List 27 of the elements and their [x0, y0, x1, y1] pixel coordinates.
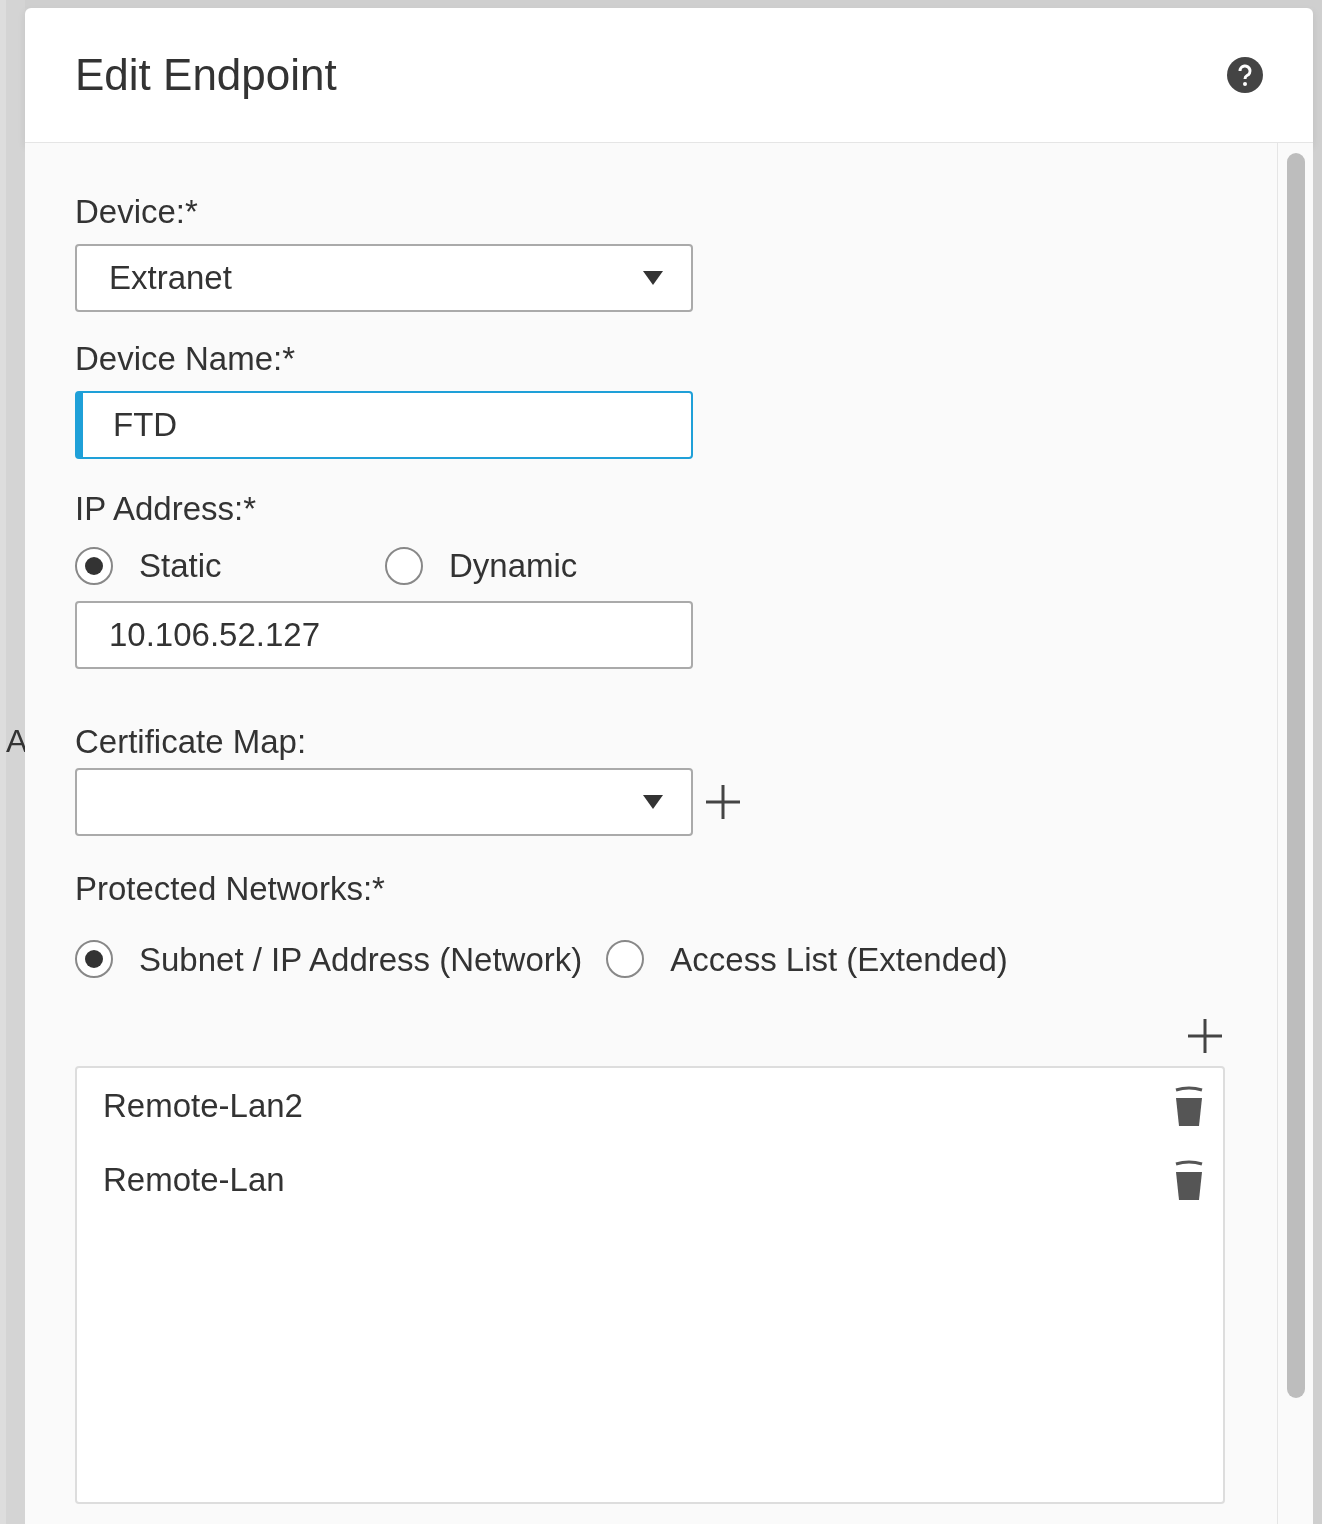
delete-icon[interactable] [1173, 1159, 1205, 1201]
caret-icon [643, 794, 663, 809]
dialog-title: Edit Endpoint [75, 49, 337, 101]
radio-label: Dynamic [449, 546, 578, 586]
network-name: Remote-Lan2 [103, 1086, 303, 1127]
radio-button[interactable] [606, 940, 645, 979]
radio-label: Access List (Extended) [670, 939, 1008, 980]
scrollbar[interactable] [1286, 153, 1305, 1398]
field-label: Protected Networks:* [75, 871, 386, 905]
radio-button[interactable] [75, 940, 113, 979]
device-dropdown[interactable]: Extranet [75, 244, 693, 312]
device-name-field[interactable]: FTD [75, 391, 693, 459]
add-icon[interactable] [1185, 1016, 1225, 1056]
caret-icon [643, 271, 663, 285]
delete-icon[interactable] [1173, 1085, 1205, 1127]
field-label: Device:* [75, 195, 199, 228]
radio-button[interactable] [75, 546, 113, 585]
field-label: Certificate Map: [75, 724, 308, 758]
field-label: Device Name:* [75, 342, 297, 375]
radio-button[interactable] [385, 546, 423, 585]
ip-address-field[interactable]: 10.106.52.127 [75, 600, 693, 669]
field-label: IP Address:* [75, 492, 257, 525]
network-name: Remote-Lan [103, 1160, 285, 1201]
background-text: A [6, 725, 25, 757]
help-icon[interactable] [1227, 57, 1263, 93]
radio-label: Subnet / IP Address (Network) [139, 939, 583, 980]
radio-label: Static [139, 546, 222, 586]
